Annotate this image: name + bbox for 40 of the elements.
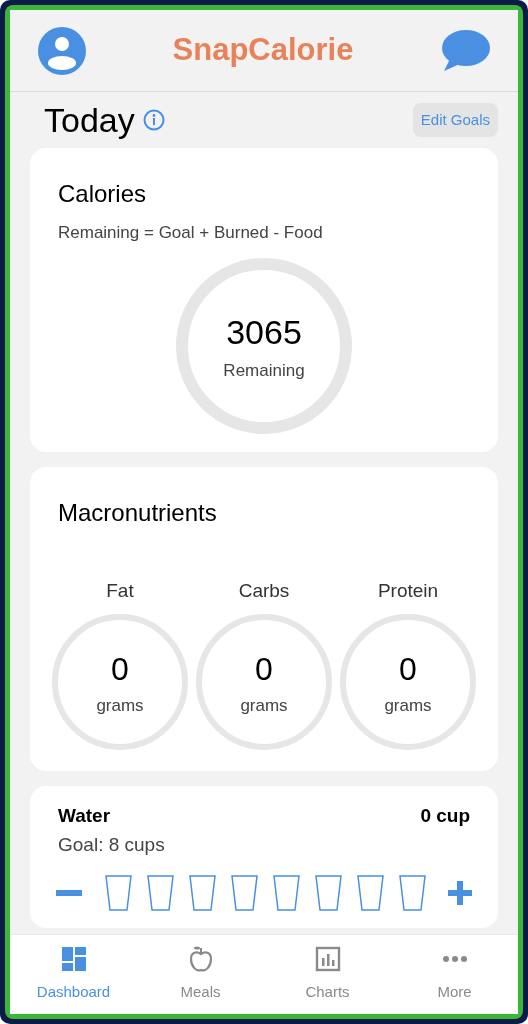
cup-icon[interactable] — [230, 875, 258, 911]
info-icon[interactable] — [142, 109, 165, 131]
section-title: Today — [44, 99, 135, 141]
macro-name: Fat — [106, 579, 134, 603]
remaining-value: 3065 — [226, 312, 302, 354]
cup-icon[interactable] — [314, 875, 342, 911]
profile-icon[interactable] — [38, 26, 86, 75]
bar-chart-icon — [313, 945, 342, 974]
chat-icon[interactable] — [440, 28, 490, 73]
macro-value: 0 — [399, 649, 417, 689]
cup-icon[interactable] — [398, 875, 426, 911]
cup-icon[interactable] — [188, 875, 216, 911]
more-icon — [440, 956, 469, 963]
tab[interactable]: Dashboard — [23, 945, 124, 1004]
plus-icon[interactable] — [448, 881, 472, 905]
tab[interactable]: Meals — [150, 945, 251, 1004]
tab[interactable]: Charts — [277, 945, 378, 1004]
water-amount: 0 cup — [420, 804, 470, 828]
macro-unit: grams — [96, 694, 144, 717]
remaining-label: Remaining — [223, 360, 305, 383]
grid-icon — [59, 945, 88, 974]
macro-value: 0 — [111, 649, 129, 689]
app-title: SnapCalorie — [172, 31, 354, 70]
water-goal: Goal: 8 cups — [58, 832, 166, 857]
macro-name: Protein — [377, 579, 439, 603]
macro-unit: grams — [240, 694, 288, 717]
macro-unit: grams — [384, 694, 432, 717]
cup-icon[interactable] — [356, 875, 384, 911]
tab[interactable]: More — [404, 945, 505, 1004]
minus-icon[interactable] — [56, 889, 82, 897]
macro-value: 0 — [255, 649, 273, 689]
card-title: Calories — [58, 179, 148, 209]
card-title: Water — [58, 804, 111, 828]
cup-icon[interactable] — [104, 875, 132, 911]
macro-name: Carbs — [238, 579, 290, 603]
card-title: Macronutrients — [58, 498, 218, 528]
cup-icon[interactable] — [146, 875, 174, 911]
edit-goals-button[interactable]: Edit Goals — [412, 102, 498, 138]
cup-icon[interactable] — [272, 875, 300, 911]
formula-text: Remaining = Goal + Burned - Food — [58, 222, 324, 244]
